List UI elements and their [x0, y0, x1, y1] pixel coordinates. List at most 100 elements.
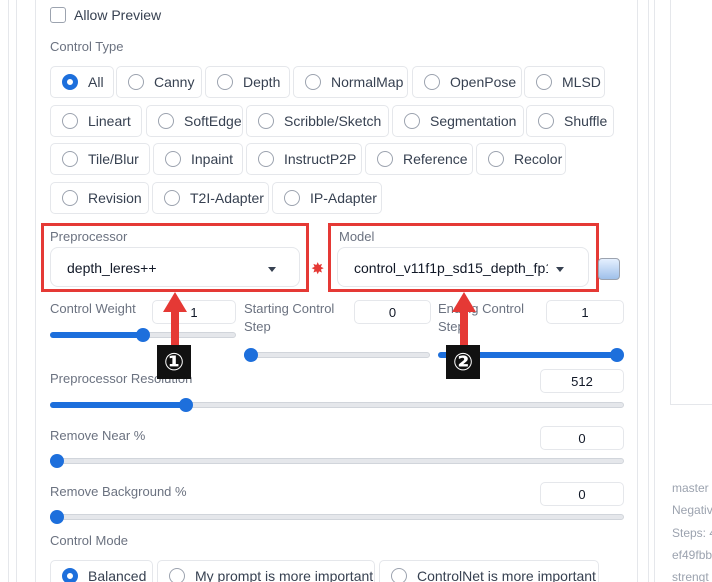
- slider-thumb[interactable]: [179, 398, 193, 412]
- control-type-option-shuffle[interactable]: Shuffle: [526, 105, 614, 137]
- generation-info: master Negativ Steps: 4 ef49fbb strengt: [670, 0, 712, 582]
- remove-near-slider[interactable]: [50, 454, 624, 468]
- radio-icon: [377, 151, 393, 167]
- arrow-up-icon: [452, 292, 476, 348]
- control-type-option-mlsd[interactable]: MLSD: [524, 66, 605, 98]
- slider-thumb[interactable]: [244, 348, 258, 362]
- radio-icon: [165, 151, 181, 167]
- spark-icon[interactable]: ✸: [311, 259, 324, 278]
- highlight-box-preprocessor: [41, 223, 309, 292]
- ending-step-input[interactable]: 1: [546, 300, 624, 324]
- control-type-option-scribble[interactable]: Scribble/Sketch: [246, 105, 389, 137]
- slider-thumb[interactable]: [610, 348, 624, 362]
- slider-track: [244, 352, 430, 358]
- radio-icon: [62, 151, 78, 167]
- option-label: Lineart: [88, 113, 131, 129]
- slider-thumb[interactable]: [50, 454, 64, 468]
- remove-background-input[interactable]: 0: [540, 482, 624, 506]
- option-label: All: [88, 74, 104, 90]
- radio-icon: [169, 568, 185, 582]
- control-type-option-canny[interactable]: Canny: [116, 66, 202, 98]
- control-weight-label: Control Weight: [50, 301, 136, 316]
- option-label: Recolor: [514, 151, 563, 167]
- control-type-option-instructp2p[interactable]: InstructP2P: [246, 143, 362, 175]
- slider-thumb[interactable]: [50, 510, 64, 524]
- option-label: My prompt is more important: [195, 568, 374, 582]
- slider-fill: [50, 332, 143, 338]
- annotation-badge-2: ②: [447, 346, 479, 378]
- control-type-option-tile-blur[interactable]: Tile/Blur: [50, 143, 150, 175]
- option-label: Balanced: [88, 568, 147, 582]
- info-line: Steps: 4: [672, 526, 712, 540]
- option-label: ControlNet is more important: [417, 568, 596, 582]
- right-gutter: [640, 0, 670, 582]
- control-type-option-softedge[interactable]: SoftEdge: [146, 105, 243, 137]
- radio-icon: [158, 113, 174, 129]
- radio-icon: [424, 74, 440, 90]
- option-label: Segmentation: [430, 113, 517, 129]
- allow-preview-checkbox[interactable]: Allow Preview: [50, 6, 161, 24]
- option-label: OpenPose: [450, 74, 517, 90]
- option-label: MLSD: [562, 74, 601, 90]
- radio-icon: [258, 151, 274, 167]
- slider-thumb[interactable]: [136, 328, 150, 342]
- radio-icon: [536, 74, 552, 90]
- option-label: Canny: [154, 74, 195, 90]
- radio-icon: [284, 190, 300, 206]
- control-type-option-ip-adapter[interactable]: IP-Adapter: [272, 182, 382, 214]
- refresh-models-icon[interactable]: [598, 258, 620, 280]
- control-type-option-normalmap[interactable]: NormalMap: [293, 66, 408, 98]
- info-line: strengt: [672, 570, 709, 582]
- radio-icon: [62, 113, 78, 129]
- radio-icon: [305, 74, 321, 90]
- radio-icon: [391, 568, 407, 582]
- info-line: ef49fbb: [672, 548, 712, 562]
- radio-icon: [404, 113, 420, 129]
- radio-icon: [62, 190, 78, 206]
- control-type-option-t2i-adapter[interactable]: T2I-Adapter: [152, 182, 269, 214]
- preproc-resolution-slider[interactable]: [50, 398, 624, 412]
- control-type-option-all[interactable]: All: [50, 66, 114, 98]
- control-type-option-depth[interactable]: Depth: [205, 66, 290, 98]
- annotation-badge-1: ①: [158, 346, 190, 378]
- radio-icon: [488, 151, 504, 167]
- control-type-option-revision[interactable]: Revision: [50, 182, 149, 214]
- control-type-option-recolor[interactable]: Recolor: [476, 143, 566, 175]
- control-type-option-inpaint[interactable]: Inpaint: [153, 143, 243, 175]
- control-mode-option-prompt[interactable]: My prompt is more important: [157, 560, 375, 582]
- option-label: Tile/Blur: [88, 151, 139, 167]
- radio-selected-icon: [62, 74, 78, 90]
- control-mode-option-balanced[interactable]: Balanced: [50, 560, 153, 582]
- remove-background-slider[interactable]: [50, 510, 624, 524]
- checkbox-box[interactable]: [50, 7, 66, 23]
- radio-icon: [538, 113, 554, 129]
- slider-fill: [50, 402, 186, 408]
- option-label: T2I-Adapter: [190, 190, 264, 206]
- option-label: SoftEdge: [184, 113, 242, 129]
- remove-background-label: Remove Background %: [50, 484, 187, 499]
- option-label: NormalMap: [331, 74, 404, 90]
- option-label: Depth: [243, 74, 281, 90]
- option-label: Shuffle: [564, 113, 608, 129]
- control-type-option-reference[interactable]: Reference: [365, 143, 473, 175]
- remove-near-input[interactable]: 0: [540, 426, 624, 450]
- info-line: master: [672, 481, 709, 495]
- control-type-option-lineart[interactable]: Lineart: [50, 105, 142, 137]
- starting-step-slider[interactable]: [244, 348, 430, 362]
- control-mode-option-controlnet[interactable]: ControlNet is more important: [379, 560, 599, 582]
- control-type-option-openpose[interactable]: OpenPose: [412, 66, 522, 98]
- radio-icon: [258, 113, 274, 129]
- starting-step-label-line2: Step: [244, 319, 271, 334]
- arrow-up-icon: [163, 292, 187, 348]
- control-mode-label: Control Mode: [50, 533, 129, 548]
- control-type-option-segmentation[interactable]: Segmentation: [392, 105, 524, 137]
- option-label: Inpaint: [191, 151, 234, 167]
- control-weight-slider[interactable]: [50, 328, 236, 342]
- starting-step-input[interactable]: 0: [354, 300, 431, 324]
- slider-track: [50, 458, 624, 464]
- highlight-box-model: [328, 223, 599, 292]
- option-label: IP-Adapter: [310, 190, 377, 206]
- left-gutter: [0, 0, 36, 582]
- preproc-resolution-input[interactable]: 512: [540, 369, 624, 393]
- radio-icon: [164, 190, 180, 206]
